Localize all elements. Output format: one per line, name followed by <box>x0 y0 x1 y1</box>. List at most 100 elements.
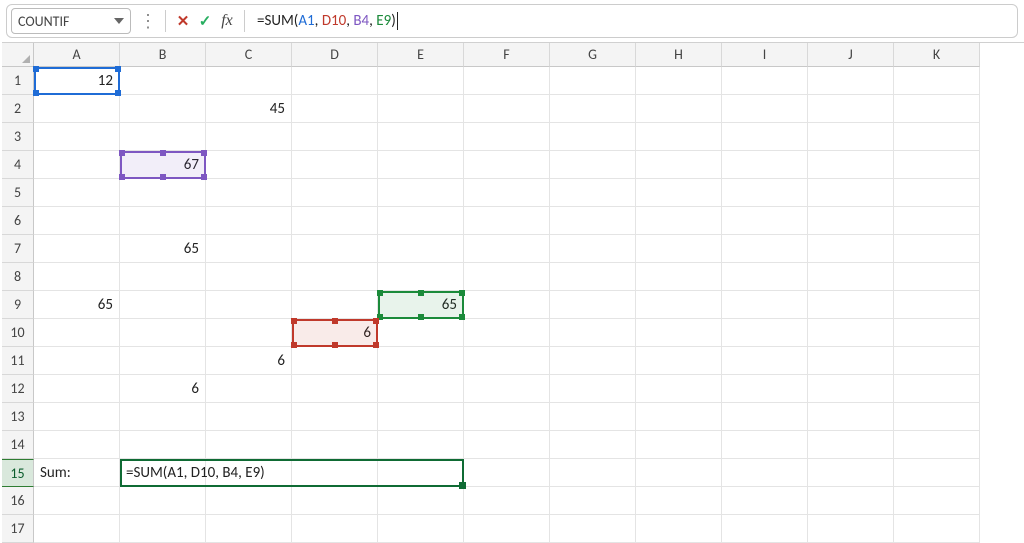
cell-h10[interactable] <box>636 319 722 347</box>
col-header-f[interactable]: F <box>464 43 550 67</box>
fill-handle[interactable] <box>459 482 466 489</box>
col-header-c[interactable]: C <box>206 43 292 67</box>
row-header-15[interactable]: 15 <box>2 459 34 487</box>
cell-a7[interactable] <box>34 235 120 263</box>
cell-e6[interactable] <box>378 207 464 235</box>
cell-d2[interactable] <box>292 95 378 123</box>
cell-b3[interactable] <box>120 123 206 151</box>
cell-e11[interactable] <box>378 347 464 375</box>
col-header-h[interactable]: H <box>636 43 722 67</box>
cell-j5[interactable] <box>808 179 894 207</box>
cell-b17[interactable] <box>120 515 206 543</box>
cell-f6[interactable] <box>464 207 550 235</box>
cell-d16[interactable] <box>292 487 378 515</box>
cell-d13[interactable] <box>292 403 378 431</box>
cell-k5[interactable] <box>894 179 980 207</box>
cell-a14[interactable] <box>34 431 120 459</box>
cell-k1[interactable] <box>894 67 980 95</box>
cell-k15[interactable] <box>894 459 980 487</box>
cell-b4[interactable]: 67 <box>120 151 206 179</box>
cell-e14[interactable] <box>378 431 464 459</box>
col-header-i[interactable]: I <box>722 43 808 67</box>
cell-i4[interactable] <box>722 151 808 179</box>
cell-d5[interactable] <box>292 179 378 207</box>
cell-a8[interactable] <box>34 263 120 291</box>
cell-a2[interactable] <box>34 95 120 123</box>
cell-k10[interactable] <box>894 319 980 347</box>
col-header-a[interactable]: A <box>34 43 120 67</box>
cell-b16[interactable] <box>120 487 206 515</box>
cell-k13[interactable] <box>894 403 980 431</box>
cell-i2[interactable] <box>722 95 808 123</box>
cell-k12[interactable] <box>894 375 980 403</box>
cell-j16[interactable] <box>808 487 894 515</box>
cell-i7[interactable] <box>722 235 808 263</box>
cell-h13[interactable] <box>636 403 722 431</box>
cell-k8[interactable] <box>894 263 980 291</box>
cell-h16[interactable] <box>636 487 722 515</box>
cell-g9[interactable] <box>550 291 636 319</box>
cell-k17[interactable] <box>894 515 980 543</box>
cell-i17[interactable] <box>722 515 808 543</box>
cell-c8[interactable] <box>206 263 292 291</box>
cell-i5[interactable] <box>722 179 808 207</box>
cell-d12[interactable] <box>292 375 378 403</box>
cell-f2[interactable] <box>464 95 550 123</box>
cell-h17[interactable] <box>636 515 722 543</box>
cell-d10[interactable]: 6 <box>292 319 378 347</box>
cell-c12[interactable] <box>206 375 292 403</box>
cell-c17[interactable] <box>206 515 292 543</box>
cell-h6[interactable] <box>636 207 722 235</box>
row-header-14[interactable]: 14 <box>2 431 34 459</box>
row-header-10[interactable]: 10 <box>2 319 34 347</box>
cell-f17[interactable] <box>464 515 550 543</box>
cell-i1[interactable] <box>722 67 808 95</box>
cell-i16[interactable] <box>722 487 808 515</box>
cell-e3[interactable] <box>378 123 464 151</box>
cell-a9[interactable]: 65 <box>34 291 120 319</box>
row-header-1[interactable]: 1 <box>2 67 34 95</box>
cell-j10[interactable] <box>808 319 894 347</box>
cell-j17[interactable] <box>808 515 894 543</box>
col-header-k[interactable]: K <box>894 43 980 67</box>
cell-j3[interactable] <box>808 123 894 151</box>
cell-g7[interactable] <box>550 235 636 263</box>
cell-d7[interactable] <box>292 235 378 263</box>
cell-h11[interactable] <box>636 347 722 375</box>
cell-g8[interactable] <box>550 263 636 291</box>
cell-j13[interactable] <box>808 403 894 431</box>
cell-d4[interactable] <box>292 151 378 179</box>
row-header-12[interactable]: 12 <box>2 375 34 403</box>
cell-b9[interactable] <box>120 291 206 319</box>
cell-h4[interactable] <box>636 151 722 179</box>
cell-c7[interactable] <box>206 235 292 263</box>
cell-c16[interactable] <box>206 487 292 515</box>
cell-f5[interactable] <box>464 179 550 207</box>
formula-input[interactable]: =SUM(A1, D10, B4, E9) <box>251 12 1011 30</box>
cell-k14[interactable] <box>894 431 980 459</box>
cell-j6[interactable] <box>808 207 894 235</box>
row-header-6[interactable]: 6 <box>2 207 34 235</box>
cell-h3[interactable] <box>636 123 722 151</box>
cell-e5[interactable] <box>378 179 464 207</box>
cell-j8[interactable] <box>808 263 894 291</box>
cell-g15[interactable] <box>550 459 636 487</box>
cell-e16[interactable] <box>378 487 464 515</box>
cell-g4[interactable] <box>550 151 636 179</box>
cell-i9[interactable] <box>722 291 808 319</box>
cell-d17[interactable] <box>292 515 378 543</box>
cell-d14[interactable] <box>292 431 378 459</box>
cell-g2[interactable] <box>550 95 636 123</box>
cell-e1[interactable] <box>378 67 464 95</box>
cell-b12[interactable]: 6 <box>120 375 206 403</box>
cell-b13[interactable] <box>120 403 206 431</box>
cell-b1[interactable] <box>120 67 206 95</box>
cell-e12[interactable] <box>378 375 464 403</box>
cell-h1[interactable] <box>636 67 722 95</box>
cell-h12[interactable] <box>636 375 722 403</box>
cell-h9[interactable] <box>636 291 722 319</box>
cell-i6[interactable] <box>722 207 808 235</box>
cancel-icon[interactable]: ✕ <box>172 10 194 32</box>
dots-icon[interactable]: ⋮ <box>137 10 159 32</box>
cell-k2[interactable] <box>894 95 980 123</box>
